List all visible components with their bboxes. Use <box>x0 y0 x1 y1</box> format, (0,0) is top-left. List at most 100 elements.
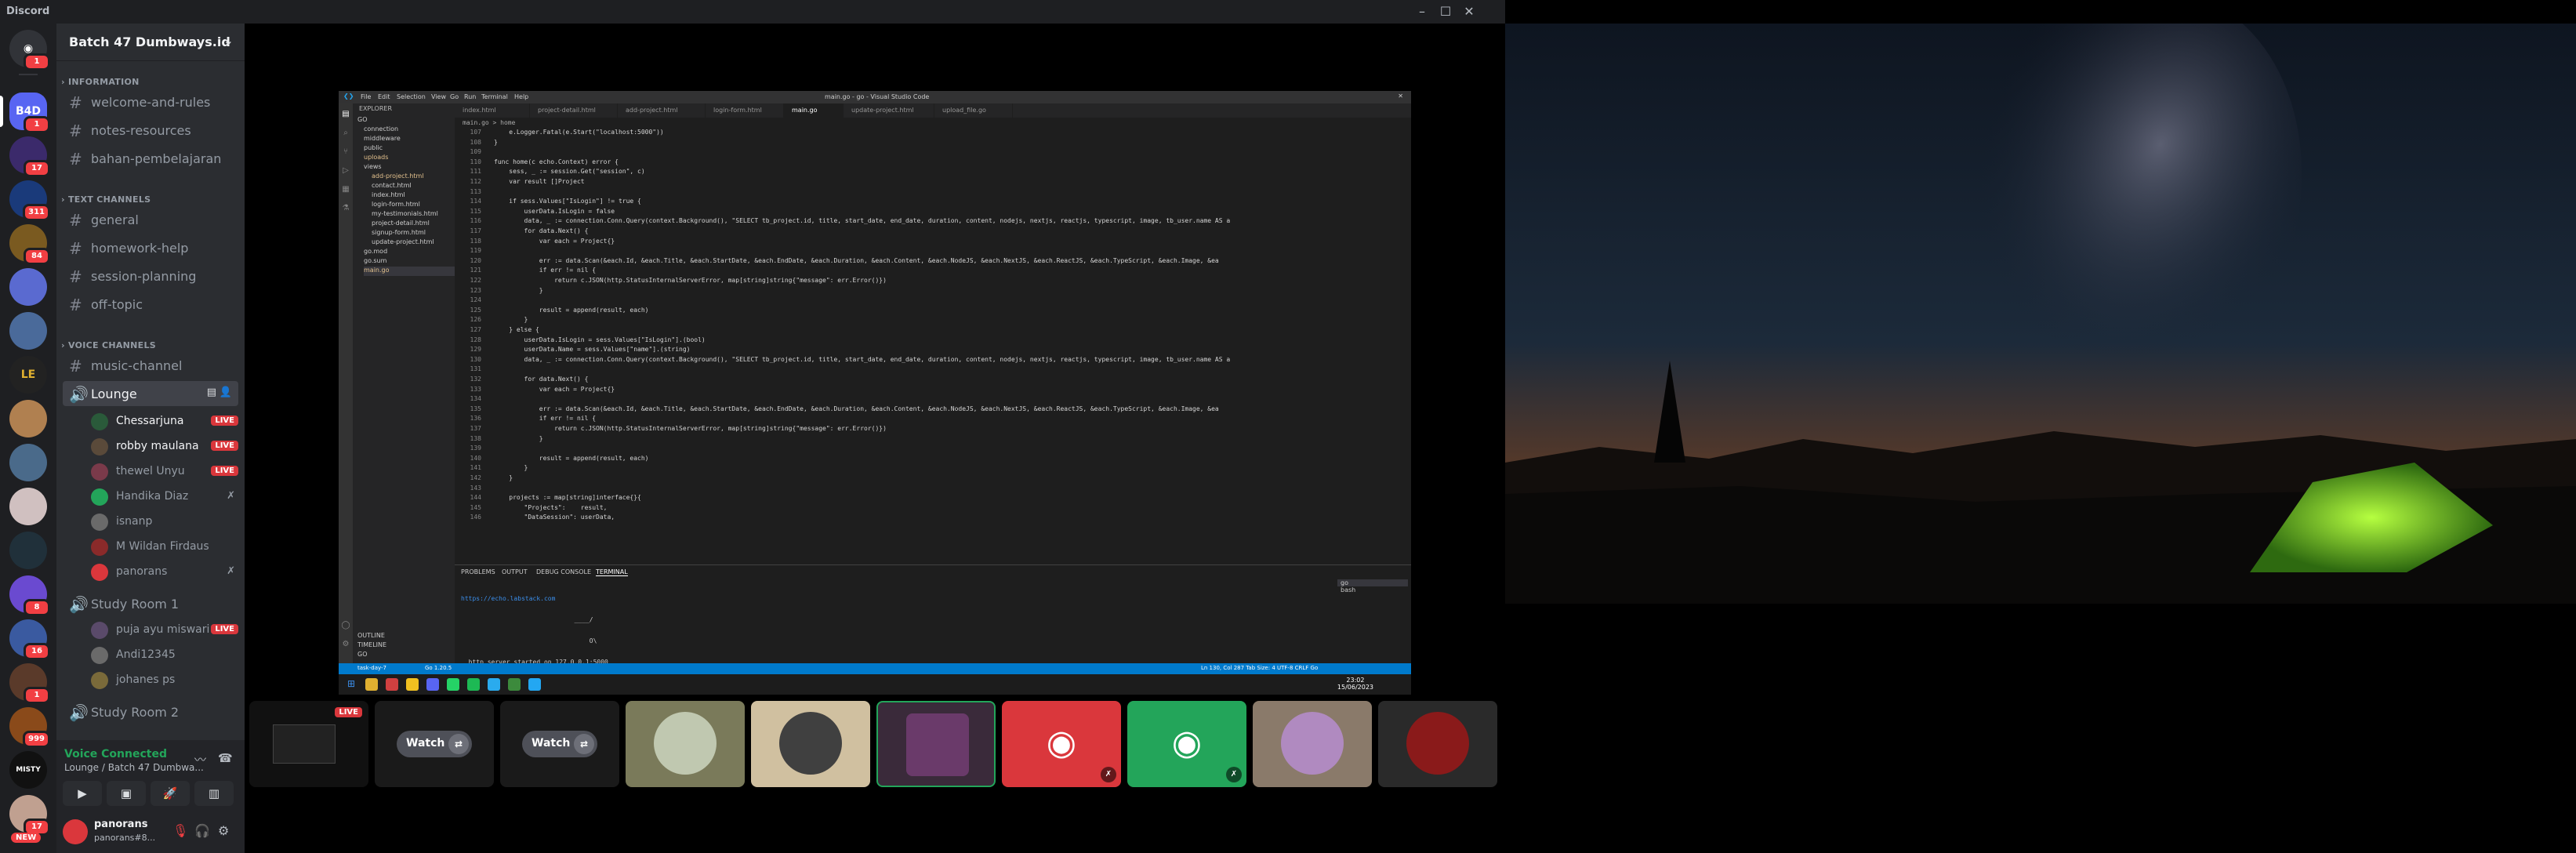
code-line[interactable]: var each = Project{} <box>494 386 615 393</box>
guild-header[interactable]: Batch 47 Dumbways.id ⌄ <box>56 24 245 61</box>
tree-file[interactable]: index.html <box>372 191 405 201</box>
debug-icon[interactable]: ▷ <box>341 166 350 176</box>
participant-tile[interactable] <box>751 701 870 787</box>
server-icon[interactable]: LE <box>9 356 47 394</box>
menu-terminal[interactable]: Terminal <box>481 93 508 100</box>
tree-folder[interactable]: views <box>364 163 382 172</box>
server-icon[interactable] <box>9 268 47 306</box>
channel-general[interactable]: # general <box>63 207 238 232</box>
code-line[interactable]: sess, _ := session.Get("session", c) <box>494 168 644 175</box>
stream-preview-tile[interactable]: LIVE <box>249 701 368 787</box>
close-icon[interactable]: ✕ <box>1398 93 1403 100</box>
voice-user[interactable]: panorans ✗ <box>91 561 238 583</box>
participant-tile[interactable] <box>626 701 745 787</box>
voice-user[interactable]: M Wildan Firdaus <box>91 536 238 558</box>
server-icon[interactable]: 16 <box>9 619 50 660</box>
voice-user[interactable]: Handika Diaz ✗ <box>91 486 238 508</box>
channel-offtopic[interactable]: # off-topic <box>63 292 238 317</box>
code-line[interactable]: "Projects": result, <box>494 504 608 511</box>
code-line[interactable]: if err != nil { <box>494 267 596 274</box>
tree-folder[interactable]: middleware <box>364 135 401 144</box>
code-line[interactable]: func home(c echo.Context) error { <box>494 158 619 165</box>
voice-user[interactable]: puja ayu miswari LIVE <box>91 619 238 641</box>
code-line[interactable]: if err != nil { <box>494 415 596 422</box>
explorer-icon[interactable]: ▤ <box>341 110 350 119</box>
code-line[interactable]: result = append(result, each) <box>494 455 649 462</box>
maximize-icon[interactable]: ☐ <box>1435 2 1457 22</box>
watch-button[interactable]: Watch ⇄ <box>522 731 597 757</box>
source-control-icon[interactable]: ⑂ <box>341 147 350 157</box>
branch-status[interactable]: task-day-7 <box>357 665 386 671</box>
code-line[interactable]: } <box>494 139 498 146</box>
code-line[interactable]: err := data.Scan(&each.Id, &each.Title, … <box>494 257 1219 264</box>
code-line[interactable]: "DataSession": userData, <box>494 514 615 521</box>
server-icon[interactable]: 84 <box>9 224 50 265</box>
code-line[interactable]: var each = Project{} <box>494 238 615 245</box>
tab[interactable]: index.html <box>455 103 530 118</box>
tab[interactable]: upload_file.go <box>934 103 1013 118</box>
minimap[interactable] <box>1341 118 1411 564</box>
go-version[interactable]: Go 1.20.5 <box>425 665 452 671</box>
add-user-icon[interactable]: 👤 <box>220 387 232 398</box>
testing-icon[interactable]: ⚗ <box>341 204 350 213</box>
server-icon[interactable]: 8 <box>9 575 50 616</box>
panel-tab-active[interactable]: TERMINAL <box>596 568 628 576</box>
outline-section[interactable]: OUTLINE <box>357 632 385 641</box>
code-line[interactable]: } else { <box>494 326 539 333</box>
code-line[interactable]: userData.IsLogin = false <box>494 208 615 215</box>
voice-user[interactable]: johanes ps <box>91 670 238 691</box>
mic-muted-icon[interactable]: 🎙 <box>172 823 188 838</box>
tree-file[interactable]: project-detail.html <box>372 220 430 229</box>
landscape-stream[interactable] <box>1505 24 2576 604</box>
participant-tile[interactable]: ◉ ✗ <box>1002 701 1121 787</box>
terminal-item[interactable]: go <box>1337 579 1408 586</box>
tree-file[interactable]: signup-form.html <box>372 229 426 238</box>
clock[interactable]: 23:02 15/06/2023 <box>1337 677 1373 691</box>
code-line[interactable]: } <box>494 287 543 294</box>
code-line[interactable]: data, _ := connection.Conn.Query(context… <box>494 217 1231 224</box>
channel-session[interactable]: # session-planning <box>63 263 238 289</box>
screen-share-button[interactable]: ▣ <box>107 781 146 806</box>
activity-button[interactable]: 🚀 <box>151 781 190 806</box>
code-editor[interactable]: main.go > home 107 e.Logger.Fatal(e.Star… <box>455 118 1395 564</box>
breadcrumb[interactable]: main.go > home <box>463 119 515 126</box>
server-icon[interactable] <box>9 488 47 525</box>
code-line[interactable]: } <box>494 316 528 323</box>
menu-go[interactable]: Go <box>450 93 459 100</box>
camera-button[interactable]: ▶ <box>63 781 102 806</box>
server-icon[interactable] <box>9 532 47 569</box>
code-line[interactable]: e.Logger.Fatal(e.Start("localhost:5000")… <box>494 129 663 136</box>
voice-user[interactable]: Andi12345 <box>91 644 238 666</box>
extensions-icon[interactable]: ▦ <box>341 185 350 194</box>
server-batch47[interactable]: B4D 1 <box>9 93 50 133</box>
channel-welcome[interactable]: # welcome-and-rules <box>63 89 238 114</box>
server-icon[interactable] <box>9 400 47 437</box>
discord-app-icon[interactable] <box>426 678 439 691</box>
timeline-section[interactable]: TIMELINE <box>357 641 386 651</box>
tab-active[interactable]: main.go <box>784 103 844 118</box>
tree-file[interactable]: go.sum <box>364 257 386 267</box>
server-icon[interactable]: 17 <box>9 795 50 836</box>
cursor-status[interactable]: Ln 130, Col 287 Tab Size: 4 UTF-8 CRLF G… <box>1201 665 1318 671</box>
menu-edit[interactable]: Edit <box>378 93 390 100</box>
voice-user[interactable]: Chessarjuna LIVE <box>91 411 238 433</box>
code-line[interactable]: result = append(result, each) <box>494 307 649 314</box>
search-icon[interactable]: ⌕ <box>341 129 350 138</box>
participant-tile[interactable] <box>1253 701 1372 787</box>
panel-tab[interactable]: PROBLEMS <box>461 568 495 575</box>
code-line[interactable]: return c.JSON(http.StatusInternalServerE… <box>494 277 887 284</box>
code-line[interactable]: } <box>494 464 528 471</box>
participant-tile[interactable] <box>1378 701 1497 787</box>
headphones-icon[interactable]: 🎧 <box>194 823 210 838</box>
channel-homework[interactable]: # homework-help <box>63 235 238 260</box>
explorer-app-icon[interactable] <box>365 678 378 691</box>
app-icon[interactable] <box>406 678 419 691</box>
tree-file[interactable]: go.mod <box>364 248 387 257</box>
tree-folder[interactable]: public <box>364 144 383 154</box>
voice-channel-music[interactable]: # music-channel <box>63 353 238 378</box>
tree-root[interactable]: GO <box>357 116 368 125</box>
minimize-icon[interactable]: – <box>1411 2 1433 22</box>
server-icon[interactable]: 17 <box>9 136 50 177</box>
category-text[interactable]: › TEXT CHANNELS <box>61 194 151 205</box>
code-line[interactable]: data, _ := connection.Conn.Query(context… <box>494 356 1231 363</box>
